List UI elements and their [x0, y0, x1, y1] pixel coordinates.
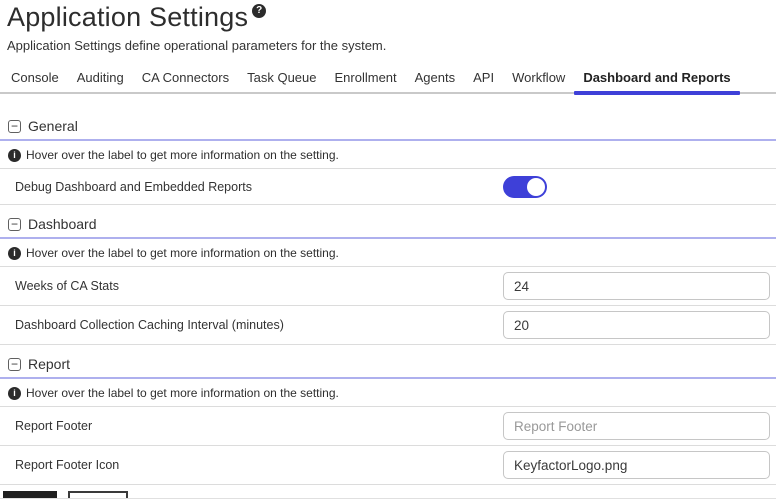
- debug-dashboard-toggle[interactable]: [503, 176, 547, 198]
- section-general: − General i Hover over the label to get …: [0, 114, 776, 205]
- setting-label: Weeks of CA Stats: [15, 279, 503, 293]
- action-button-row: SAVE UNDO: [0, 485, 776, 499]
- collapse-icon[interactable]: −: [8, 358, 21, 371]
- tab-bar: Console Auditing CA Connectors Task Queu…: [0, 62, 776, 94]
- setting-row-report-footer-icon: Report Footer Icon: [0, 445, 776, 484]
- tab-api[interactable]: API: [464, 62, 503, 92]
- section-title: Report: [28, 356, 70, 372]
- info-row: i Hover over the label to get more infor…: [0, 379, 776, 406]
- tab-console[interactable]: Console: [2, 62, 68, 92]
- section-header-general: − General: [0, 114, 776, 141]
- info-row: i Hover over the label to get more infor…: [0, 239, 776, 266]
- section-dashboard: − Dashboard i Hover over the label to ge…: [0, 212, 776, 345]
- section-title: Dashboard: [28, 216, 97, 232]
- setting-row-weeks-of-ca-stats: Weeks of CA Stats: [0, 266, 776, 305]
- section-report: − Report i Hover over the label to get m…: [0, 352, 776, 485]
- tab-ca-connectors[interactable]: CA Connectors: [133, 62, 238, 92]
- section-header-dashboard: − Dashboard: [0, 212, 776, 239]
- tab-task-queue[interactable]: Task Queue: [238, 62, 325, 92]
- tab-dashboard-and-reports[interactable]: Dashboard and Reports: [574, 62, 739, 92]
- setting-label: Report Footer Icon: [15, 458, 503, 472]
- page-title: Application Settings: [7, 3, 248, 31]
- tab-enrollment[interactable]: Enrollment: [326, 62, 406, 92]
- tab-workflow[interactable]: Workflow: [503, 62, 574, 92]
- tab-auditing[interactable]: Auditing: [68, 62, 133, 92]
- page-header: Application Settings ? Application Setti…: [0, 0, 776, 53]
- toggle-knob: [527, 178, 545, 196]
- report-footer-icon-input[interactable]: [503, 451, 770, 479]
- setting-row-debug-dashboard: Debug Dashboard and Embedded Reports: [0, 168, 776, 204]
- info-text: Hover over the label to get more informa…: [26, 148, 339, 162]
- info-icon: i: [8, 149, 21, 162]
- setting-row-report-footer: Report Footer: [0, 406, 776, 445]
- report-footer-input[interactable]: [503, 412, 770, 440]
- info-row: i Hover over the label to get more infor…: [0, 141, 776, 168]
- application-settings-page: Application Settings ? Application Setti…: [0, 0, 776, 499]
- section-header-report: − Report: [0, 352, 776, 379]
- setting-label: Debug Dashboard and Embedded Reports: [15, 180, 503, 194]
- tab-agents[interactable]: Agents: [406, 62, 464, 92]
- setting-row-caching-interval: Dashboard Collection Caching Interval (m…: [0, 305, 776, 344]
- weeks-of-ca-stats-input[interactable]: [503, 272, 770, 300]
- help-icon[interactable]: ?: [252, 4, 266, 18]
- setting-label: Report Footer: [15, 419, 503, 433]
- section-title: General: [28, 118, 78, 134]
- info-icon: i: [8, 247, 21, 260]
- collapse-icon[interactable]: −: [8, 120, 21, 133]
- info-text: Hover over the label to get more informa…: [26, 246, 339, 260]
- info-icon: i: [8, 387, 21, 400]
- page-subtitle: Application Settings define operational …: [7, 38, 768, 53]
- caching-interval-input[interactable]: [503, 311, 770, 339]
- collapse-icon[interactable]: −: [8, 218, 21, 231]
- info-text: Hover over the label to get more informa…: [26, 386, 339, 400]
- setting-label: Dashboard Collection Caching Interval (m…: [15, 318, 503, 332]
